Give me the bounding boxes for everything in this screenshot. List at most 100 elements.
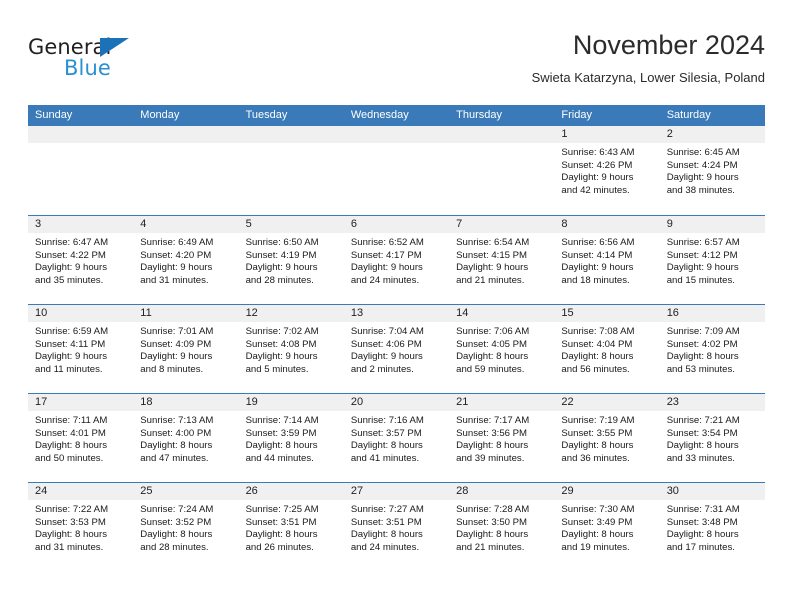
day-number: 5	[238, 216, 344, 233]
sunset-text: Sunset: 3:50 PM	[456, 516, 528, 528]
daylight-text-line1: Daylight: 9 hours	[561, 262, 634, 274]
week-row: 24 Sunrise: 7:22 AM Sunset: 3:53 PM Dayl…	[28, 482, 765, 571]
week-row: 1 Sunrise: 6:43 AM Sunset: 4:26 PM Dayli…	[28, 126, 765, 215]
day-cell[interactable]: 21 Sunrise: 7:17 AM Sunset: 3:56 PM Dayl…	[449, 394, 555, 482]
daylight-text-line2: and 50 minutes.	[35, 452, 104, 464]
daylight-text-line2: and 38 minutes.	[666, 184, 735, 196]
day-cell[interactable]: 27 Sunrise: 7:27 AM Sunset: 3:51 PM Dayl…	[343, 483, 450, 571]
day-cell[interactable]: 18 Sunrise: 7:13 AM Sunset: 4:00 PM Dayl…	[133, 394, 239, 482]
daylight-text-line2: and 21 minutes.	[456, 541, 525, 553]
sunrise-text: Sunrise: 6:57 AM	[666, 237, 740, 248]
day-info: Sunrise: 7:14 AM Sunset: 3:59 PM Dayligh…	[239, 411, 344, 465]
daylight-text-line1: Daylight: 8 hours	[140, 440, 213, 452]
daylight-text-line1: Daylight: 8 hours	[666, 351, 739, 363]
day-cell[interactable]: 20 Sunrise: 7:16 AM Sunset: 3:57 PM Dayl…	[343, 394, 450, 482]
day-info: Sunrise: 7:16 AM Sunset: 3:57 PM Dayligh…	[344, 411, 449, 465]
daylight-text-line1: Daylight: 9 hours	[666, 262, 739, 274]
day-cell[interactable]: 25 Sunrise: 7:24 AM Sunset: 3:52 PM Dayl…	[133, 483, 239, 571]
daylight-text-line1: Daylight: 9 hours	[245, 262, 318, 274]
daylight-text-line1: Daylight: 8 hours	[561, 529, 634, 541]
daylight-text-line1: Daylight: 9 hours	[35, 262, 107, 274]
day-cell[interactable]: 15 Sunrise: 7:08 AM Sunset: 4:04 PM Dayl…	[554, 305, 660, 393]
day-number: 4	[133, 216, 239, 233]
daylight-text-line1: Daylight: 9 hours	[35, 351, 107, 363]
day-number: 6	[343, 216, 450, 233]
day-cell[interactable]: 26 Sunrise: 7:25 AM Sunset: 3:51 PM Dayl…	[238, 483, 344, 571]
week-row: 10 Sunrise: 6:59 AM Sunset: 4:11 PM Dayl…	[28, 304, 765, 393]
day-cell[interactable]: 5 Sunrise: 6:50 AM Sunset: 4:19 PM Dayli…	[238, 216, 344, 304]
sunrise-text: Sunrise: 7:28 AM	[456, 504, 530, 515]
sunset-text: Sunset: 3:53 PM	[35, 516, 106, 528]
day-number: 18	[133, 394, 239, 411]
day-info: Sunrise: 7:11 AM Sunset: 4:01 PM Dayligh…	[28, 411, 133, 465]
daylight-text-line1: Daylight: 9 hours	[666, 172, 739, 184]
day-number	[238, 126, 344, 143]
logo-text-blue: Blue	[64, 56, 111, 80]
day-cell	[449, 126, 555, 215]
day-cell[interactable]: 22 Sunrise: 7:19 AM Sunset: 3:55 PM Dayl…	[554, 394, 660, 482]
day-cell[interactable]: 10 Sunrise: 6:59 AM Sunset: 4:11 PM Dayl…	[28, 305, 134, 393]
sunrise-text: Sunrise: 6:50 AM	[245, 237, 319, 248]
sunrise-text: Sunrise: 6:49 AM	[140, 237, 214, 248]
sunrise-text: Sunrise: 7:31 AM	[666, 504, 740, 515]
sunset-text: Sunset: 3:48 PM	[666, 516, 738, 528]
day-number: 12	[238, 305, 344, 322]
daylight-text-line1: Daylight: 9 hours	[561, 172, 634, 184]
day-cell[interactable]: 7 Sunrise: 6:54 AM Sunset: 4:15 PM Dayli…	[449, 216, 555, 304]
week-row: 17 Sunrise: 7:11 AM Sunset: 4:01 PM Dayl…	[28, 393, 765, 482]
sunrise-text: Sunrise: 6:52 AM	[350, 237, 424, 248]
day-cell[interactable]: 23 Sunrise: 7:21 AM Sunset: 3:54 PM Dayl…	[659, 394, 765, 482]
day-cell[interactable]: 8 Sunrise: 6:56 AM Sunset: 4:14 PM Dayli…	[554, 216, 660, 304]
day-cell[interactable]: 13 Sunrise: 7:04 AM Sunset: 4:06 PM Dayl…	[343, 305, 450, 393]
day-info: Sunrise: 6:47 AM Sunset: 4:22 PM Dayligh…	[28, 233, 133, 287]
weekday-header-wednesday: Wednesday	[350, 109, 409, 121]
page-header: General Blue November 2024 Swieta Katarz…	[28, 28, 765, 100]
day-cell[interactable]: 24 Sunrise: 7:22 AM Sunset: 3:53 PM Dayl…	[28, 483, 134, 571]
day-info: Sunrise: 7:17 AM Sunset: 3:56 PM Dayligh…	[449, 411, 554, 465]
day-cell[interactable]: 30 Sunrise: 7:31 AM Sunset: 3:48 PM Dayl…	[659, 483, 765, 571]
sunrise-text: Sunrise: 7:19 AM	[561, 415, 635, 426]
day-number	[133, 126, 239, 143]
sunset-text: Sunset: 4:08 PM	[245, 338, 317, 350]
day-cell[interactable]: 29 Sunrise: 7:30 AM Sunset: 3:49 PM Dayl…	[554, 483, 660, 571]
day-cell[interactable]: 4 Sunrise: 6:49 AM Sunset: 4:20 PM Dayli…	[133, 216, 239, 304]
weekday-header-monday: Monday	[140, 109, 180, 121]
day-cell	[343, 126, 450, 215]
calendar-page: General Blue November 2024 Swieta Katarz…	[0, 0, 792, 612]
daylight-text-line2: and 56 minutes.	[561, 363, 630, 375]
day-cell	[28, 126, 134, 215]
day-cell[interactable]: 1 Sunrise: 6:43 AM Sunset: 4:26 PM Dayli…	[554, 126, 660, 215]
day-cell[interactable]: 9 Sunrise: 6:57 AM Sunset: 4:12 PM Dayli…	[659, 216, 765, 304]
day-info: Sunrise: 7:25 AM Sunset: 3:51 PM Dayligh…	[239, 500, 344, 554]
daylight-text-line2: and 33 minutes.	[666, 452, 735, 464]
day-number: 20	[343, 394, 450, 411]
daylight-text-line2: and 19 minutes.	[561, 541, 630, 553]
day-number: 24	[28, 483, 134, 500]
day-cell[interactable]: 3 Sunrise: 6:47 AM Sunset: 4:22 PM Dayli…	[28, 216, 134, 304]
day-number: 17	[28, 394, 134, 411]
day-number: 22	[554, 394, 660, 411]
day-cell[interactable]: 12 Sunrise: 7:02 AM Sunset: 4:08 PM Dayl…	[238, 305, 344, 393]
sunrise-text: Sunrise: 6:47 AM	[35, 237, 109, 248]
week-row: 3 Sunrise: 6:47 AM Sunset: 4:22 PM Dayli…	[28, 215, 765, 304]
day-cell[interactable]: 17 Sunrise: 7:11 AM Sunset: 4:01 PM Dayl…	[28, 394, 134, 482]
title-block: November 2024 Swieta Katarzyna, Lower Si…	[532, 28, 765, 86]
weekday-header-saturday: Saturday	[666, 109, 711, 121]
day-cell[interactable]: 19 Sunrise: 7:14 AM Sunset: 3:59 PM Dayl…	[238, 394, 344, 482]
sunset-text: Sunset: 3:59 PM	[245, 427, 317, 439]
weekday-header-tuesday: Tuesday	[245, 109, 288, 121]
day-cell[interactable]: 28 Sunrise: 7:28 AM Sunset: 3:50 PM Dayl…	[449, 483, 555, 571]
day-number: 1	[554, 126, 660, 143]
day-cell[interactable]: 14 Sunrise: 7:06 AM Sunset: 4:05 PM Dayl…	[449, 305, 555, 393]
day-number: 2	[659, 126, 765, 143]
day-number: 30	[659, 483, 765, 500]
day-info: Sunrise: 7:24 AM Sunset: 3:52 PM Dayligh…	[133, 500, 238, 554]
day-info: Sunrise: 6:52 AM Sunset: 4:17 PM Dayligh…	[344, 233, 449, 287]
day-cell[interactable]: 2 Sunrise: 6:45 AM Sunset: 4:24 PM Dayli…	[659, 126, 765, 215]
page-title: November 2024	[572, 30, 765, 60]
sunrise-text: Sunrise: 7:06 AM	[456, 326, 530, 337]
daylight-text-line2: and 44 minutes.	[245, 452, 314, 464]
day-cell[interactable]: 11 Sunrise: 7:01 AM Sunset: 4:09 PM Dayl…	[133, 305, 239, 393]
day-cell[interactable]: 6 Sunrise: 6:52 AM Sunset: 4:17 PM Dayli…	[343, 216, 450, 304]
day-cell[interactable]: 16 Sunrise: 7:09 AM Sunset: 4:02 PM Dayl…	[659, 305, 765, 393]
